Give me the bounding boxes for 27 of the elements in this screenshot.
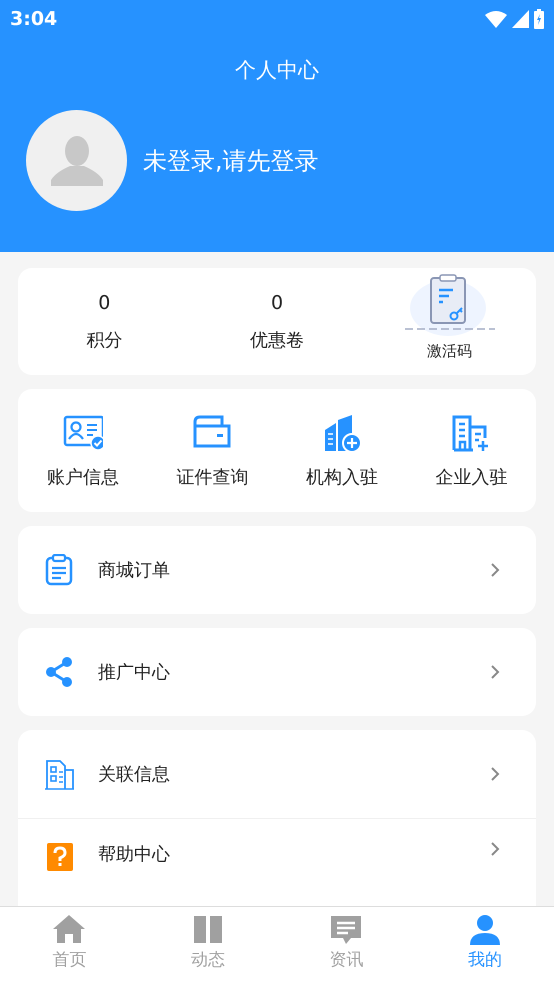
battery-icon (534, 9, 544, 29)
chevron-right-icon (490, 664, 500, 680)
clipboard-key-icon (404, 274, 495, 336)
id-card-check-icon (62, 414, 103, 452)
service-button[interactable]: 企业入驻 (435, 464, 508, 491)
status-time: 3:04 (10, 6, 58, 32)
service-button[interactable]: 证件查询 (176, 464, 248, 491)
chevron-right-icon (490, 841, 500, 857)
chevron-right-icon (490, 562, 500, 578)
count-value[interactable]: 0 (270, 288, 284, 318)
page-title: 个人中心 (235, 57, 319, 84)
service-button[interactable]: 账户信息 (46, 464, 119, 491)
wifi-icon (485, 10, 507, 28)
service-button[interactable]: 机构入驻 (306, 464, 378, 491)
question-mark-icon (44, 841, 76, 873)
menu-item[interactable]: 商城订单 (18, 526, 536, 614)
building-icon (44, 758, 76, 790)
chevron-right-icon (490, 766, 500, 782)
signal-icon (512, 10, 529, 28)
house-icon (51, 913, 88, 946)
person-silhouette-icon (50, 134, 104, 188)
activation-code-button[interactable]: 激活码 (427, 340, 472, 363)
menu-item[interactable]: 关联信息 (18, 730, 536, 818)
count-value[interactable]: 0 (98, 288, 110, 318)
count-label[interactable]: 积分 (86, 327, 122, 354)
menu-item[interactable]: 推广中心 (18, 628, 536, 716)
count-label[interactable]: 优惠卷 (250, 327, 304, 354)
